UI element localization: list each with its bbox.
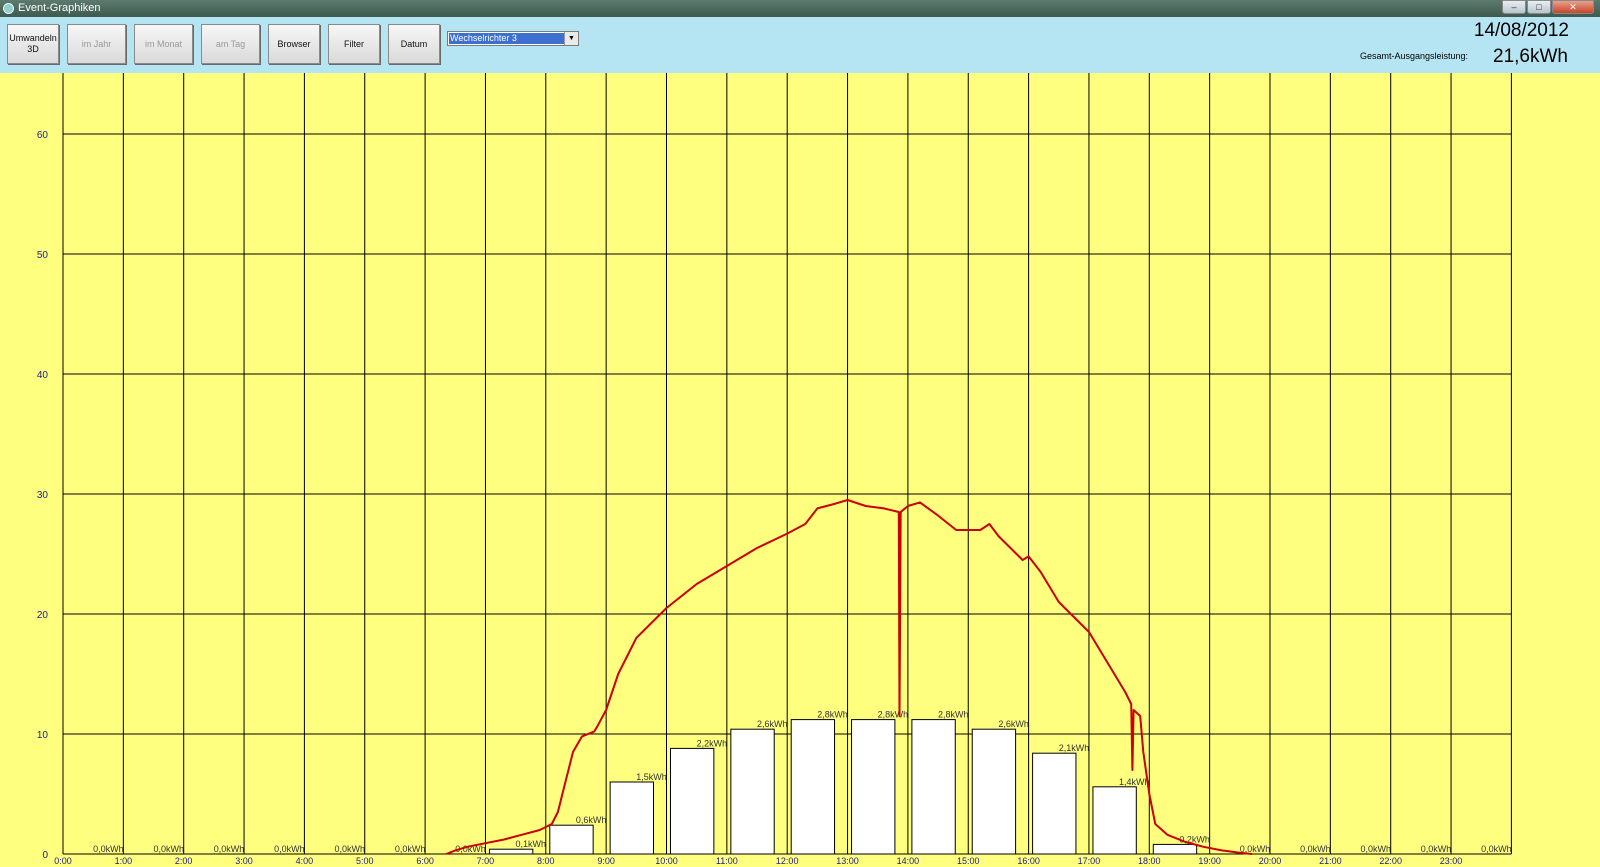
bar-value-label: 0,0kWh — [274, 844, 305, 854]
bar-value-label: 2,8kWh — [938, 710, 969, 720]
x-tick-label: 23:00 — [1440, 856, 1463, 866]
day-view-button[interactable]: am Tag — [201, 24, 260, 64]
hour-bar — [971, 728, 1017, 855]
maximize-button[interactable]: □ — [1527, 0, 1551, 14]
x-tick-label: 18:00 — [1138, 856, 1161, 866]
y-tick-label: 30 — [37, 490, 49, 501]
hour-bar — [851, 719, 896, 855]
x-tick-label: 12:00 — [776, 856, 799, 866]
x-tick-label: 6:00 — [416, 856, 434, 866]
hour-bar — [730, 728, 775, 855]
inverter-select-value: Wechselrichter 3 — [449, 33, 565, 44]
x-tick-label: 13:00 — [836, 856, 859, 866]
filter-button[interactable]: Filter — [328, 24, 380, 64]
close-button[interactable]: ✕ — [1552, 0, 1594, 14]
y-tick-label: 10 — [37, 730, 49, 741]
window-titlebar: Event-Graphiken – □ ✕ — [0, 0, 1600, 17]
x-tick-label: 3:00 — [235, 856, 253, 866]
browser-button[interactable]: Browser — [268, 24, 320, 64]
toolbar: Umwandeln 3D im Jahr im Monat am Tag Bro… — [0, 17, 1600, 73]
bar-value-label: 0,0kWh — [395, 844, 426, 854]
date-button[interactable]: Datum — [388, 24, 440, 64]
x-tick-label: 8:00 — [537, 856, 555, 866]
y-tick-label: 20 — [37, 610, 49, 621]
bar-value-label: 2,8kWh — [878, 710, 909, 720]
year-view-button[interactable]: im Jahr — [67, 24, 126, 64]
bar-value-label: 2,6kWh — [757, 719, 788, 729]
x-tick-label: 5:00 — [356, 856, 374, 866]
bar-value-label: 2,1kWh — [1059, 743, 1090, 753]
month-view-button[interactable]: im Monat — [134, 24, 193, 64]
x-tick-label: 9:00 — [597, 856, 615, 866]
x-tick-label: 0:00 — [54, 856, 72, 866]
bar-value-label: 0,0kWh — [1481, 844, 1512, 854]
bar-value-label: 0,1kWh — [516, 839, 547, 849]
minimize-button[interactable]: – — [1502, 0, 1526, 14]
current-date: 14/08/2012 — [1473, 20, 1569, 41]
chevron-down-icon[interactable]: ▼ — [564, 32, 578, 45]
x-tick-label: 10:00 — [655, 856, 678, 866]
y-tick-label: 0 — [42, 850, 48, 861]
y-tick-label: 50 — [37, 250, 49, 261]
bar-value-label: 0,0kWh — [153, 844, 184, 854]
hour-bar — [1092, 786, 1137, 855]
x-tick-label: 16:00 — [1017, 856, 1040, 866]
x-tick-label: 1:00 — [115, 856, 133, 866]
bar-value-label: 1,5kWh — [636, 772, 667, 782]
bar-value-label: 0,0kWh — [214, 844, 245, 854]
x-tick-label: 11:00 — [716, 856, 738, 866]
bar-value-label: 0,0kWh — [1360, 844, 1391, 854]
x-tick-label: 22:00 — [1379, 856, 1402, 866]
x-tick-label: 7:00 — [477, 856, 495, 866]
bar-value-label: 2,6kWh — [998, 719, 1029, 729]
bar-value-label: 1,4kWh — [1119, 777, 1150, 787]
hour-bar — [670, 747, 715, 855]
inverter-select[interactable]: Wechselrichter 3 ▼ — [447, 31, 579, 46]
x-tick-label: 4:00 — [296, 856, 314, 866]
x-tick-label: 14:00 — [897, 856, 920, 866]
window-controls: – □ ✕ — [1502, 0, 1594, 14]
bar-value-label: 2,8kWh — [817, 710, 848, 720]
hour-bar — [790, 719, 836, 855]
hour-bar — [1032, 752, 1077, 855]
hour-bar — [1152, 843, 1198, 855]
x-tick-label: 2:00 — [175, 856, 193, 866]
bar-value-label: 0,6kWh — [576, 815, 607, 825]
bar-value-label: 0,2kWh — [1179, 834, 1210, 844]
x-tick-label: 21:00 — [1319, 856, 1342, 866]
bar-value-label: 0,0kWh — [334, 844, 365, 854]
x-tick-label: 20:00 — [1259, 856, 1282, 866]
bar-value-label: 0,0kWh — [1300, 844, 1331, 854]
total-output-value: 21,6kWh — [1493, 46, 1568, 67]
production-chart: 0 10 20 30 40 50 60 0:00 1:00 2:00 3:00 4:00 5:00 6:0… — [37, 73, 1512, 866]
x-tick-label: 19:00 — [1198, 856, 1221, 866]
y-tick-label: 40 — [37, 370, 49, 381]
hour-bar — [488, 848, 534, 855]
hour-bar — [911, 719, 956, 855]
y-tick-label: 60 — [37, 130, 49, 141]
hour-bar — [609, 781, 655, 855]
x-tick-label: 15:00 — [957, 856, 980, 866]
bar-value-label: 2,2kWh — [697, 738, 728, 748]
total-output-label: Gesamt-Ausgangsleistung: — [1360, 51, 1469, 61]
convert-3d-button[interactable]: Umwandeln 3D — [7, 24, 59, 64]
x-tick-label: 17:00 — [1078, 856, 1101, 866]
hour-bar — [549, 824, 594, 855]
window-title: Event-Graphiken — [18, 2, 101, 14]
bar-value-label: 0,0kWh — [93, 844, 124, 854]
app-icon — [3, 3, 14, 14]
bar-value-label: 0,0kWh — [1421, 844, 1452, 854]
